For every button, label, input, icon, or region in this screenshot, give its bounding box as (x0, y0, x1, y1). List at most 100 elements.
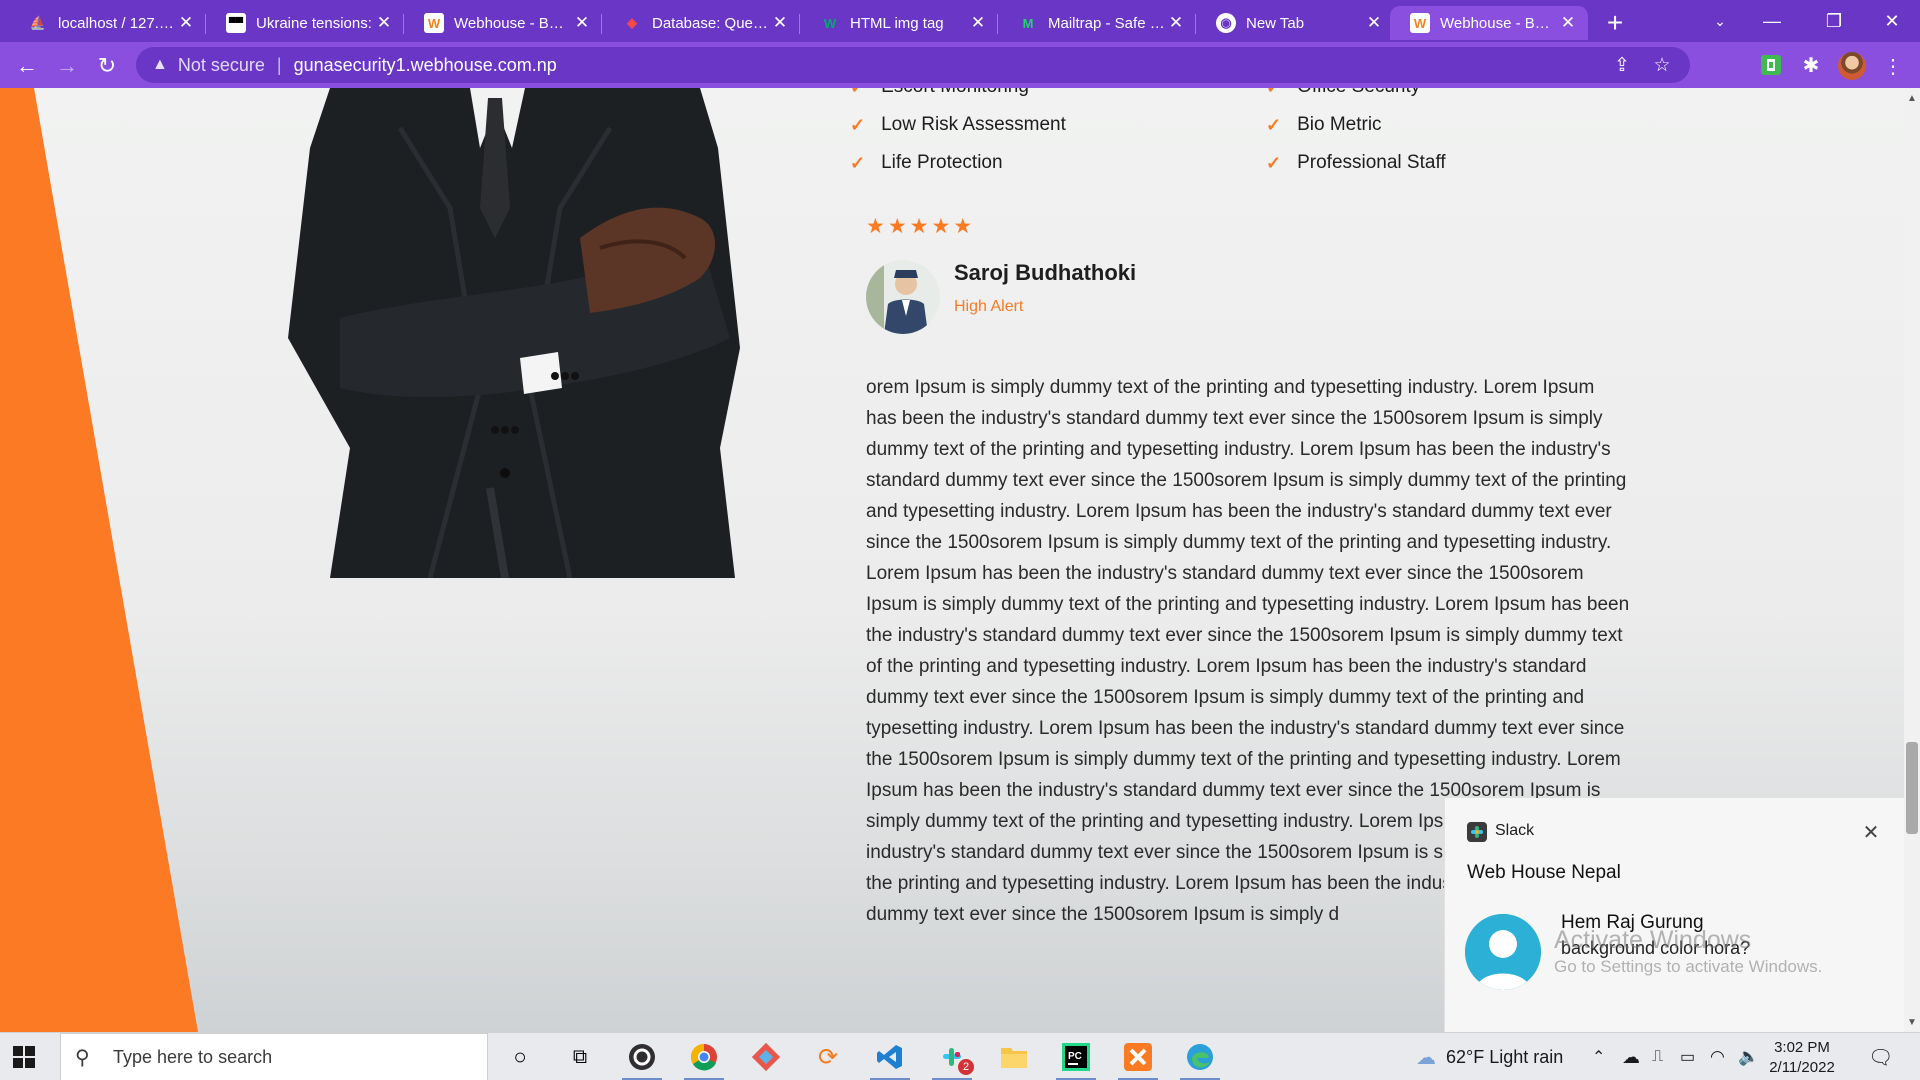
vscode-icon[interactable] (862, 1033, 918, 1080)
system-clock[interactable]: 3:02 PM 2/11/2022 (1760, 1038, 1844, 1078)
close-tab-icon[interactable]: ✕ (770, 13, 790, 33)
close-tab-icon[interactable]: ✕ (572, 13, 592, 33)
close-tab-icon[interactable]: ✕ (968, 13, 988, 33)
battery-icon[interactable]: ▭ (1680, 1033, 1695, 1080)
feature-item: ✓ Low Risk Assessment (850, 114, 1066, 136)
tab-title: New Tab (1246, 14, 1305, 32)
show-hidden-icons-chevron-icon[interactable]: ⌃ (1592, 1033, 1605, 1080)
feature-item: ✓ Escort Monitoring (850, 88, 1029, 98)
new-tab-button[interactable]: + (1598, 6, 1632, 40)
svg-text:PC: PC (1068, 1051, 1082, 1062)
slack-taskbar-icon[interactable]: 2 (924, 1033, 980, 1080)
star-icon: ★ (887, 215, 907, 238)
watermark-subtitle: Go to Settings to activate Windows. (1554, 957, 1823, 976)
orange-accent-band (0, 88, 198, 1032)
tab-laravel-query[interactable]: ◈ Database: Query B ✕ (602, 6, 800, 40)
tab-html-img[interactable]: W HTML img tag ✕ (800, 6, 998, 40)
activate-windows-watermark: Activate Windows Go to Settings to activ… (1554, 926, 1822, 977)
windows-start-icon[interactable] (12, 1045, 36, 1069)
notification-workspace: Web House Nepal (1467, 862, 1621, 883)
chrome-menu-icon[interactable]: ⋮ (1876, 49, 1910, 83)
tab-mailtrap[interactable]: M Mailtrap - Safe Em ✕ (998, 6, 1196, 40)
star-icon: ★ (866, 215, 885, 238)
webhouse-icon: W (424, 13, 444, 33)
slack-notification[interactable]: Slack ✕ Web House Nepal Hem Raj Gurung b… (1444, 798, 1904, 1032)
pycharm-icon[interactable]: PC (1048, 1033, 1104, 1080)
tab-webhouse-active[interactable]: W Webhouse - Body ✕ (1390, 6, 1588, 40)
task-view-icon[interactable]: ⧉ (552, 1033, 608, 1080)
checkmark-icon: ✓ (850, 88, 865, 98)
webhouse-icon: W (1410, 13, 1430, 33)
laravel-icon: ◈ (627, 15, 637, 30)
close-tab-icon[interactable]: ✕ (1166, 13, 1186, 33)
tab-ukraine-news[interactable]: ▀▀ Ukraine tensions: ✕ (206, 6, 404, 40)
tab-title: Webhouse - Body (454, 14, 572, 32)
tab-title: localhost / 127.0.0 (58, 14, 176, 32)
xampp-icon[interactable] (1110, 1033, 1166, 1080)
extensions-puzzle-icon[interactable]: ✱ (1795, 49, 1827, 81)
clock-date: 2/11/2022 (1769, 1059, 1835, 1076)
author-role: High Alert (954, 298, 1024, 315)
scrollbar-thumb[interactable] (1906, 742, 1918, 834)
star-icon: ★ (953, 215, 973, 238)
meet-now-icon[interactable]: ⎍ (1652, 1033, 1663, 1080)
feature-item: ✓ Professional Staff (1266, 152, 1446, 174)
scroll-down-arrow-icon[interactable]: ▼ (1904, 1014, 1920, 1030)
tab-title: HTML img tag (850, 14, 944, 32)
volume-icon[interactable]: 🔈 (1738, 1033, 1759, 1080)
obs-icon[interactable] (614, 1033, 670, 1080)
feature-label: Escort Monitoring (881, 88, 1029, 98)
onedrive-cloud-icon[interactable]: ☁ (1622, 1033, 1640, 1080)
extension-green-icon[interactable] (1755, 49, 1787, 81)
feature-label: Professional Staff (1297, 152, 1446, 173)
address-bar[interactable]: ▲ Not secure | gunasecurity1.webhouse.co… (136, 47, 1690, 83)
edge-icon[interactable] (1172, 1033, 1228, 1080)
page-scrollbar[interactable] (1904, 88, 1920, 1032)
chrome-icon: ◉ (1216, 13, 1236, 33)
author-avatar (866, 260, 940, 334)
weather-widget[interactable]: ☁ 62°F Light rain (1416, 1033, 1563, 1080)
clock-time: 3:02 PM (1774, 1039, 1830, 1056)
search-icon: ⚲ (75, 1046, 90, 1069)
slack-badge: 2 (958, 1059, 974, 1075)
postman-icon[interactable]: ⟳ (800, 1033, 856, 1080)
taskbar-search-box[interactable]: ⚲ Type here to search (60, 1033, 488, 1080)
close-tab-icon[interactable]: ✕ (1364, 13, 1384, 33)
feature-item: ✓ Office Security (1266, 88, 1420, 98)
bookmark-star-icon[interactable]: ☆ (1644, 47, 1680, 83)
minimize-button[interactable]: — (1744, 0, 1800, 42)
close-tab-icon[interactable]: ✕ (176, 13, 196, 33)
checkmark-icon: ✓ (1266, 88, 1281, 98)
tab-phpmyadmin[interactable]: ⛵ localhost / 127.0.0 ✕ (8, 6, 206, 40)
tab-webhouse-1[interactable]: W Webhouse - Body ✕ (404, 6, 602, 40)
cortana-icon[interactable]: ○ (492, 1033, 548, 1080)
chrome-icon[interactable] (676, 1033, 732, 1080)
forward-button[interactable]: → (50, 49, 84, 83)
not-secure-label[interactable]: Not secure (178, 55, 265, 76)
wifi-icon[interactable]: ◠ (1710, 1033, 1725, 1080)
tab-new-tab[interactable]: ◉ New Tab ✕ (1196, 6, 1394, 40)
tab-title: Database: Query B (652, 14, 770, 32)
weather-text: 62°F Light rain (1446, 1046, 1564, 1067)
back-button[interactable]: ← (10, 49, 44, 83)
cloud-rain-icon: ☁ (1416, 1046, 1436, 1069)
checkmark-icon: ✓ (850, 152, 866, 173)
notification-center-icon[interactable]: 🗨 (1868, 1033, 1893, 1080)
feature-label: Low Risk Assessment (881, 114, 1066, 135)
close-tab-icon[interactable]: ✕ (1558, 13, 1578, 33)
restore-button[interactable]: ❐ (1806, 0, 1862, 42)
scroll-up-arrow-icon[interactable]: ▲ (1904, 90, 1920, 106)
checkmark-icon: ✓ (1266, 114, 1282, 135)
tab-search-chevron-icon[interactable]: ⌄ (1692, 0, 1748, 42)
star-rating: ★ ★ ★ ★ ★ (866, 214, 972, 239)
profile-avatar[interactable] (1838, 52, 1866, 80)
close-notification-icon[interactable]: ✕ (1855, 816, 1887, 848)
feature-label: Bio Metric (1297, 114, 1382, 135)
reload-button[interactable]: ↻ (90, 49, 124, 83)
close-window-button[interactable]: ✕ (1864, 0, 1920, 42)
share-icon[interactable]: ⇪ (1604, 47, 1640, 83)
git-icon[interactable] (738, 1033, 794, 1080)
close-tab-icon[interactable]: ✕ (374, 13, 394, 33)
file-explorer-icon[interactable] (986, 1033, 1042, 1080)
url-text[interactable]: gunasecurity1.webhouse.com.np (294, 55, 557, 76)
